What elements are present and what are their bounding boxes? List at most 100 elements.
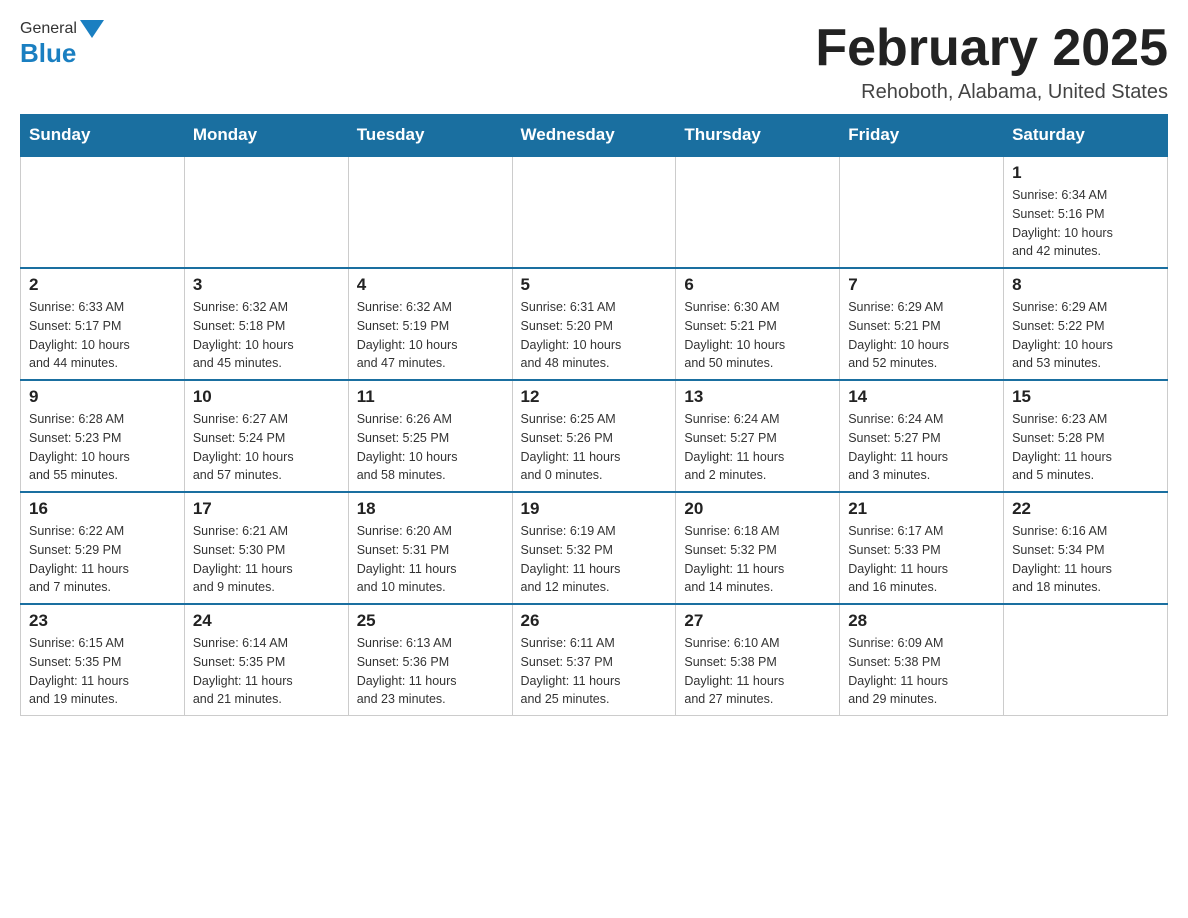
calendar-cell: 12 Sunrise: 6:25 AMSunset: 5:26 PMDayligh… <box>512 380 676 492</box>
calendar-week-row: 23Sunrise: 6:15 AMSunset: 5:35 PMDayligh… <box>21 604 1168 716</box>
day-number: 5 <box>521 275 668 295</box>
logo-arrow-icon <box>80 20 104 38</box>
day-info: Sunrise: 6:25 AMSunset: 5:26 PMDaylight:… <box>521 410 668 485</box>
calendar-cell <box>348 156 512 268</box>
weekday-header-saturday: Saturday <box>1004 115 1168 157</box>
day-number: 23 <box>29 611 176 631</box>
day-info: Sunrise: 6:26 AMSunset: 5:25 PMDaylight:… <box>357 410 504 485</box>
day-number: 15 <box>1012 387 1159 407</box>
day-number: 13 <box>684 387 831 407</box>
calendar-cell: 23Sunrise: 6:15 AMSunset: 5:35 PMDayligh… <box>21 604 185 716</box>
day-number: 24 <box>193 611 340 631</box>
calendar-cell: 27 Sunrise: 6:10 AMSunset: 5:38 PMDayligh… <box>676 604 840 716</box>
weekday-header-row: SundayMondayTuesdayWednesdayThursdayFrid… <box>21 115 1168 157</box>
day-number: 20 <box>684 499 831 519</box>
calendar-week-row: 9Sunrise: 6:28 AMSunset: 5:23 PMDaylight… <box>21 380 1168 492</box>
day-info: Sunrise: 6:20 AMSunset: 5:31 PMDaylight:… <box>357 522 504 597</box>
calendar-cell: 22 Sunrise: 6:16 AMSunset: 5:34 PMDayligh… <box>1004 492 1168 604</box>
calendar-cell: 14 Sunrise: 6:24 AMSunset: 5:27 PMDayligh… <box>840 380 1004 492</box>
calendar-cell: 8 Sunrise: 6:29 AMSunset: 5:22 PMDaylight… <box>1004 268 1168 380</box>
day-info: Sunrise: 6:30 AMSunset: 5:21 PMDaylight:… <box>684 298 831 373</box>
day-info: Sunrise: 6:23 AMSunset: 5:28 PMDaylight:… <box>1012 410 1159 485</box>
day-number: 14 <box>848 387 995 407</box>
day-info: Sunrise: 6:32 AMSunset: 5:19 PMDaylight:… <box>357 298 504 373</box>
calendar-cell: 7 Sunrise: 6:29 AMSunset: 5:21 PMDaylight… <box>840 268 1004 380</box>
day-number: 1 <box>1012 163 1159 183</box>
weekday-header-thursday: Thursday <box>676 115 840 157</box>
day-number: 27 <box>684 611 831 631</box>
calendar-cell <box>184 156 348 268</box>
location: Rehoboth, Alabama, United States <box>815 81 1168 104</box>
day-info: Sunrise: 6:22 AMSunset: 5:29 PMDaylight:… <box>29 522 176 597</box>
calendar-week-row: 16 Sunrise: 6:22 AMSunset: 5:29 PMDayligh… <box>21 492 1168 604</box>
day-info: Sunrise: 6:29 AMSunset: 5:21 PMDaylight:… <box>848 298 995 373</box>
day-number: 4 <box>357 275 504 295</box>
calendar-cell: 13 Sunrise: 6:24 AMSunset: 5:27 PMDayligh… <box>676 380 840 492</box>
weekday-header-wednesday: Wednesday <box>512 115 676 157</box>
day-number: 12 <box>521 387 668 407</box>
logo-blue-text: Blue <box>20 38 76 69</box>
day-number: 11 <box>357 387 504 407</box>
day-info: Sunrise: 6:32 AMSunset: 5:18 PMDaylight:… <box>193 298 340 373</box>
logo-general-text: General <box>20 20 77 38</box>
day-info: Sunrise: 6:16 AMSunset: 5:34 PMDaylight:… <box>1012 522 1159 597</box>
calendar-cell: 28 Sunrise: 6:09 AMSunset: 5:38 PMDayligh… <box>840 604 1004 716</box>
day-number: 19 <box>521 499 668 519</box>
day-number: 6 <box>684 275 831 295</box>
day-number: 3 <box>193 275 340 295</box>
month-title: February 2025 <box>815 20 1168 77</box>
day-number: 10 <box>193 387 340 407</box>
day-number: 18 <box>357 499 504 519</box>
calendar-cell: 20 Sunrise: 6:18 AMSunset: 5:32 PMDayligh… <box>676 492 840 604</box>
day-info: Sunrise: 6:14 AMSunset: 5:35 PMDaylight:… <box>193 634 340 709</box>
calendar-cell: 11 Sunrise: 6:26 AMSunset: 5:25 PMDayligh… <box>348 380 512 492</box>
day-info: Sunrise: 6:29 AMSunset: 5:22 PMDaylight:… <box>1012 298 1159 373</box>
day-number: 25 <box>357 611 504 631</box>
day-info: Sunrise: 6:34 AMSunset: 5:16 PMDaylight:… <box>1012 186 1159 261</box>
calendar-cell <box>840 156 1004 268</box>
day-number: 26 <box>521 611 668 631</box>
day-info: Sunrise: 6:24 AMSunset: 5:27 PMDaylight:… <box>848 410 995 485</box>
day-info: Sunrise: 6:27 AMSunset: 5:24 PMDaylight:… <box>193 410 340 485</box>
calendar-cell: 3 Sunrise: 6:32 AMSunset: 5:18 PMDaylight… <box>184 268 348 380</box>
day-number: 21 <box>848 499 995 519</box>
day-info: Sunrise: 6:09 AMSunset: 5:38 PMDaylight:… <box>848 634 995 709</box>
calendar-cell: 5 Sunrise: 6:31 AMSunset: 5:20 PMDaylight… <box>512 268 676 380</box>
calendar-cell: 24 Sunrise: 6:14 AMSunset: 5:35 PMDayligh… <box>184 604 348 716</box>
day-number: 22 <box>1012 499 1159 519</box>
day-info: Sunrise: 6:13 AMSunset: 5:36 PMDaylight:… <box>357 634 504 709</box>
calendar-cell: 16 Sunrise: 6:22 AMSunset: 5:29 PMDayligh… <box>21 492 185 604</box>
day-number: 2 <box>29 275 176 295</box>
calendar-week-row: 1 Sunrise: 6:34 AMSunset: 5:16 PMDaylight… <box>21 156 1168 268</box>
day-info: Sunrise: 6:21 AMSunset: 5:30 PMDaylight:… <box>193 522 340 597</box>
day-number: 8 <box>1012 275 1159 295</box>
day-number: 28 <box>848 611 995 631</box>
calendar-cell: 17 Sunrise: 6:21 AMSunset: 5:30 PMDayligh… <box>184 492 348 604</box>
calendar-cell <box>676 156 840 268</box>
day-info: Sunrise: 6:24 AMSunset: 5:27 PMDaylight:… <box>684 410 831 485</box>
logo: General Blue <box>20 20 107 69</box>
day-info: Sunrise: 6:19 AMSunset: 5:32 PMDaylight:… <box>521 522 668 597</box>
day-number: 16 <box>29 499 176 519</box>
day-info: Sunrise: 6:18 AMSunset: 5:32 PMDaylight:… <box>684 522 831 597</box>
day-info: Sunrise: 6:10 AMSunset: 5:38 PMDaylight:… <box>684 634 831 709</box>
calendar-cell: 4 Sunrise: 6:32 AMSunset: 5:19 PMDaylight… <box>348 268 512 380</box>
calendar-cell: 9Sunrise: 6:28 AMSunset: 5:23 PMDaylight… <box>21 380 185 492</box>
calendar-cell: 21 Sunrise: 6:17 AMSunset: 5:33 PMDayligh… <box>840 492 1004 604</box>
calendar-table: SundayMondayTuesdayWednesdayThursdayFrid… <box>20 114 1168 716</box>
calendar-cell: 19 Sunrise: 6:19 AMSunset: 5:32 PMDayligh… <box>512 492 676 604</box>
day-number: 7 <box>848 275 995 295</box>
calendar-cell: 1 Sunrise: 6:34 AMSunset: 5:16 PMDaylight… <box>1004 156 1168 268</box>
calendar-cell: 25 Sunrise: 6:13 AMSunset: 5:36 PMDayligh… <box>348 604 512 716</box>
weekday-header-tuesday: Tuesday <box>348 115 512 157</box>
day-number: 9 <box>29 387 176 407</box>
day-info: Sunrise: 6:17 AMSunset: 5:33 PMDaylight:… <box>848 522 995 597</box>
calendar-cell <box>21 156 185 268</box>
calendar-cell: 15 Sunrise: 6:23 AMSunset: 5:28 PMDayligh… <box>1004 380 1168 492</box>
weekday-header-friday: Friday <box>840 115 1004 157</box>
weekday-header-sunday: Sunday <box>21 115 185 157</box>
day-number: 17 <box>193 499 340 519</box>
day-info: Sunrise: 6:33 AMSunset: 5:17 PMDaylight:… <box>29 298 176 373</box>
calendar-cell: 18 Sunrise: 6:20 AMSunset: 5:31 PMDayligh… <box>348 492 512 604</box>
day-info: Sunrise: 6:31 AMSunset: 5:20 PMDaylight:… <box>521 298 668 373</box>
